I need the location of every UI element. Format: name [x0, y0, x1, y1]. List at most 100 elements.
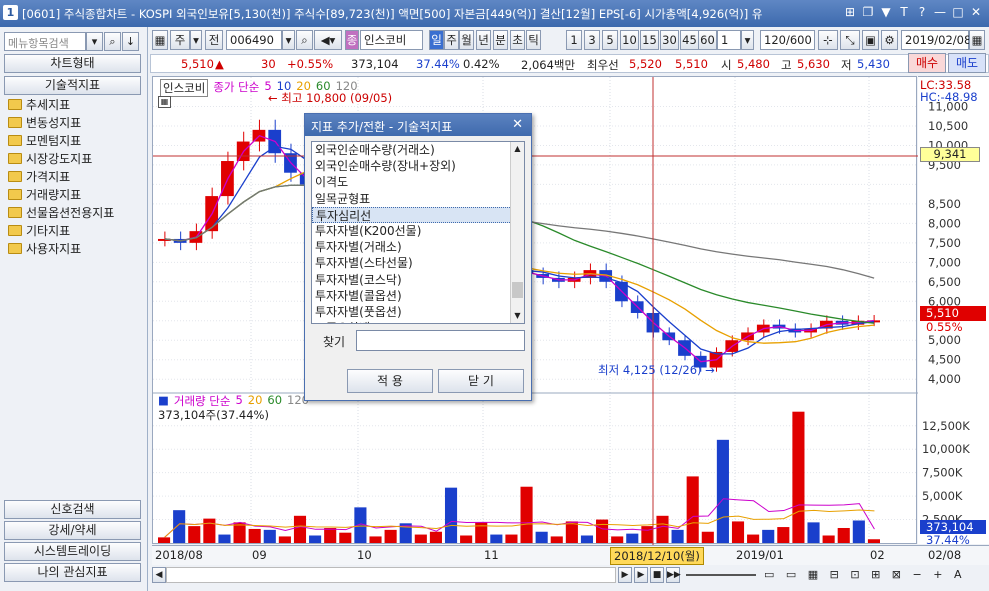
- scroll-left-icon[interactable]: ◀: [152, 567, 166, 583]
- indicator-list-item[interactable]: 외국인순매수량(장내+장외): [312, 158, 512, 174]
- mode-dropdown-icon[interactable]: ▾: [190, 30, 202, 50]
- tree-item[interactable]: 추세지표: [8, 96, 70, 113]
- menu-search-input[interactable]: 메뉴항목검색: [4, 32, 86, 51]
- code-dropdown-icon[interactable]: ▾: [282, 30, 295, 50]
- minute-button[interactable]: 3: [584, 30, 600, 50]
- indicator-list-item[interactable]: 이격도: [312, 174, 512, 190]
- period-button[interactable]: 틱: [526, 30, 541, 50]
- indicator-list-item[interactable]: 외국인순매수량(거래소): [312, 142, 512, 158]
- system-trading-button[interactable]: 시스템트레이딩: [4, 542, 141, 561]
- layout-icon[interactable]: ⊞: [843, 5, 857, 19]
- mode-button[interactable]: 주: [170, 30, 190, 50]
- tree-item[interactable]: 거래량지표: [8, 186, 81, 203]
- tree-item[interactable]: 사용자지표: [8, 240, 81, 257]
- mode2-button[interactable]: 전: [205, 30, 223, 50]
- zoom-out-icon[interactable]: ⤡: [840, 30, 860, 50]
- grid-icon[interactable]: ▦: [158, 96, 171, 108]
- close-button[interactable]: 닫 기: [438, 369, 524, 393]
- search-dropdown-icon[interactable]: ▾: [86, 32, 103, 51]
- y-tick-label: 6,500: [928, 275, 961, 289]
- scroll-down-icon[interactable]: ▼: [511, 309, 524, 323]
- dialog-close-icon[interactable]: ✕: [512, 117, 523, 132]
- interval-dropdown-icon[interactable]: ▾: [741, 30, 754, 50]
- period-button[interactable]: 주: [444, 30, 459, 50]
- buy-button[interactable]: 매수: [908, 53, 946, 73]
- speaker-icon[interactable]: ◀▾: [314, 30, 342, 50]
- tree-item[interactable]: 모멘텀지표: [8, 132, 81, 149]
- search-icon[interactable]: ⌕: [104, 32, 121, 51]
- strength-button[interactable]: 강세/약세: [4, 521, 141, 540]
- minute-button[interactable]: 45: [680, 30, 699, 50]
- minimize-icon[interactable]: —: [933, 5, 947, 19]
- chart-area[interactable]: [152, 76, 918, 545]
- fast-forward-icon[interactable]: ▶▶: [666, 567, 681, 583]
- indicator-list-item[interactable]: 표준오차밴드: [312, 320, 512, 323]
- indicator-list-item[interactable]: 일목균형표: [312, 191, 512, 207]
- play-icon[interactable]: ▶: [618, 567, 632, 583]
- zoom-in-icon[interactable]: ⊹: [818, 30, 838, 50]
- search-icon[interactable]: ⌕: [296, 30, 313, 50]
- signal-search-button[interactable]: 신호검색: [4, 500, 141, 519]
- minute-button[interactable]: 15: [640, 30, 659, 50]
- restore-icon[interactable]: ❐: [861, 5, 875, 19]
- indicator-list-item[interactable]: 투자자별(코스닥): [312, 272, 512, 288]
- pin-icon[interactable]: ▼: [879, 5, 893, 19]
- volume-bar: [777, 527, 790, 543]
- technical-indicator-button[interactable]: 기술적지표: [4, 76, 141, 95]
- tree-item[interactable]: 변동성지표: [8, 114, 81, 131]
- stop-icon[interactable]: ■: [650, 567, 664, 583]
- volume-bar: [611, 536, 624, 543]
- save-icon[interactable]: ▣: [862, 30, 879, 50]
- tree-item[interactable]: 기타지표: [8, 222, 70, 239]
- indicator-list-item[interactable]: 투자자별(스타선물): [312, 255, 512, 271]
- volume-bar: [807, 522, 820, 543]
- volume-bar: [384, 529, 397, 543]
- count-input[interactable]: 120/600: [760, 30, 815, 50]
- maximize-icon[interactable]: □: [951, 5, 965, 19]
- font-icon[interactable]: T: [897, 5, 911, 19]
- tree-item[interactable]: 가격지표: [8, 168, 70, 185]
- period-button[interactable]: 일: [429, 30, 444, 50]
- period-button[interactable]: 년: [476, 30, 491, 50]
- scroll-thumb[interactable]: [512, 282, 523, 298]
- settings-icon[interactable]: ⚙: [881, 30, 898, 50]
- chart-icon[interactable]: ▦: [152, 30, 168, 50]
- close-icon[interactable]: ✕: [969, 5, 983, 19]
- indicator-list-item[interactable]: 투자자별(K200선물): [312, 223, 512, 239]
- indicator-list-item[interactable]: 투자심리선: [312, 206, 512, 223]
- minute-button[interactable]: 10: [620, 30, 639, 50]
- stock-code-input[interactable]: 006490: [226, 30, 282, 50]
- scroll-track[interactable]: [166, 567, 616, 583]
- date-input[interactable]: 2019/02/08: [901, 30, 971, 50]
- chart-type-button[interactable]: 차트형태: [4, 54, 141, 73]
- period-button[interactable]: 월: [459, 30, 474, 50]
- indicator-list-item[interactable]: 투자자별(풋옵션): [312, 304, 512, 320]
- sell-button[interactable]: 매도: [948, 53, 986, 73]
- down-arrow-icon[interactable]: ↓: [122, 32, 139, 51]
- indicator-list-item[interactable]: 투자자별(거래소): [312, 239, 512, 255]
- speed-slider[interactable]: [686, 574, 756, 576]
- indicator-list[interactable]: 외국인순매수량(거래소) 외국인순매수량(장내+장외) 이격도 일목균형표 투자심리선 투…: [311, 141, 525, 324]
- minute-button[interactable]: 5: [602, 30, 618, 50]
- calendar-icon[interactable]: ▦: [969, 30, 985, 50]
- step-icon[interactable]: ▶: [634, 567, 648, 583]
- my-indicator-button[interactable]: 나의 관심지표: [4, 563, 141, 582]
- indicator-list-item[interactable]: 투자자별(콜옵션): [312, 288, 512, 304]
- tree-item[interactable]: 시장강도지표: [8, 150, 92, 167]
- minute-button[interactable]: 60: [698, 30, 717, 50]
- help-icon[interactable]: ?: [915, 5, 929, 19]
- volume-bar: [716, 439, 729, 543]
- tree-item[interactable]: 선물옵션전용지표: [8, 204, 114, 221]
- minute-button[interactable]: 30: [660, 30, 679, 50]
- interval-input[interactable]: 1: [717, 30, 741, 50]
- last-volume-tag: 373,104: [920, 520, 986, 534]
- period-button[interactable]: 분: [493, 30, 508, 50]
- period-button[interactable]: 초: [510, 30, 525, 50]
- scroll-up-icon[interactable]: ▲: [511, 142, 524, 156]
- apply-button[interactable]: 적 용: [347, 369, 433, 393]
- chart-canvas[interactable]: [153, 77, 918, 545]
- list-scrollbar[interactable]: ▲ ▼: [510, 142, 524, 323]
- tool-icons[interactable]: ▭ ▭ ▦ ⊟ ⊡ ⊞ ⊠ − + A: [764, 568, 965, 581]
- find-input[interactable]: [356, 330, 525, 351]
- minute-button[interactable]: 1: [566, 30, 582, 50]
